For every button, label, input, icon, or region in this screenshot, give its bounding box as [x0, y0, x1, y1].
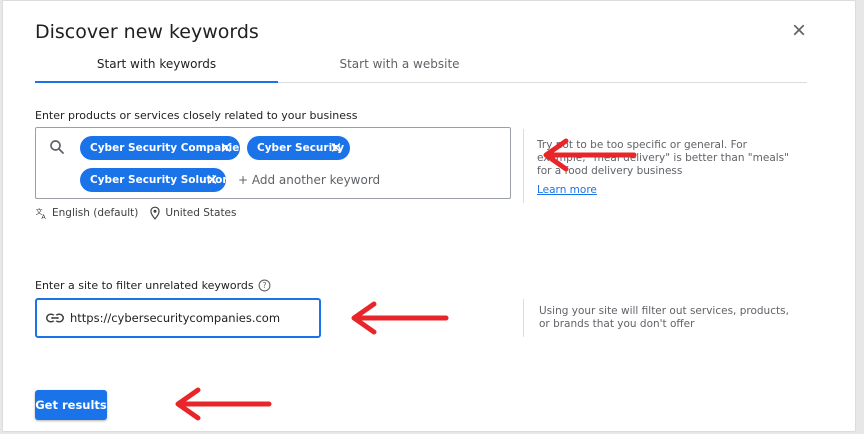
remove-chip-icon[interactable]: ✕: [201, 168, 223, 192]
site-filter-label-row: Enter a site to filter unrelated keyword…: [35, 279, 271, 292]
search-icon: [50, 140, 64, 154]
dialog-title: Discover new keywords: [35, 21, 259, 43]
language-value[interactable]: English (default): [52, 207, 138, 219]
keyword-chip[interactable]: Cyber Security✕: [247, 136, 350, 160]
tab-start-with-keywords[interactable]: Start with keywords: [35, 53, 278, 83]
close-icon[interactable]: ×: [788, 19, 810, 43]
add-keyword-input[interactable]: + Add another keyword: [238, 173, 380, 187]
discover-keywords-dialog: Discover new keywords × Start with keywo…: [2, 0, 856, 432]
get-results-button[interactable]: Get results: [35, 390, 107, 420]
site-filter-label: Enter a site to filter unrelated keyword…: [35, 279, 254, 292]
site-url-input[interactable]: [70, 309, 310, 327]
svg-text:?: ?: [262, 281, 266, 290]
remove-chip-icon[interactable]: ✕: [215, 136, 237, 160]
keywords-input-box[interactable]: Cyber Security Companies✕ Cyber Security…: [35, 127, 511, 199]
site-url-field[interactable]: [35, 298, 321, 338]
keyword-chip[interactable]: Cyber Security Companies✕: [80, 136, 246, 160]
keyword-chip-label: Cyber Security Solution: [90, 174, 230, 186]
keyword-chip[interactable]: Cyber Security Solution✕: [80, 168, 230, 192]
remove-chip-icon[interactable]: ✕: [325, 136, 347, 160]
annotation-arrow: [543, 138, 637, 172]
keywords-label: Enter products or services closely relat…: [35, 109, 358, 122]
keyword-chip-label: Cyber Security Companies: [90, 142, 246, 154]
site-help-text: Using your site will filter out services…: [539, 305, 789, 330]
learn-more-link[interactable]: Learn more: [537, 184, 597, 196]
annotation-arrow: [351, 301, 449, 335]
translate-icon[interactable]: 文 A: [35, 206, 49, 220]
location-value[interactable]: United States: [165, 207, 236, 219]
tab-bar: Start with keywords Start with a website: [35, 53, 807, 83]
link-icon: [46, 313, 64, 323]
tab-start-with-website[interactable]: Start with a website: [278, 53, 521, 83]
locale-settings: 文 A English (default) United States: [35, 206, 237, 220]
divider: [523, 129, 524, 203]
help-icon[interactable]: ?: [258, 279, 271, 292]
svg-text:A: A: [41, 213, 46, 220]
annotation-arrow: [175, 387, 272, 421]
location-pin-icon[interactable]: [148, 206, 162, 220]
divider: [523, 299, 524, 337]
keyword-chip-label: Cyber Security: [257, 142, 345, 154]
